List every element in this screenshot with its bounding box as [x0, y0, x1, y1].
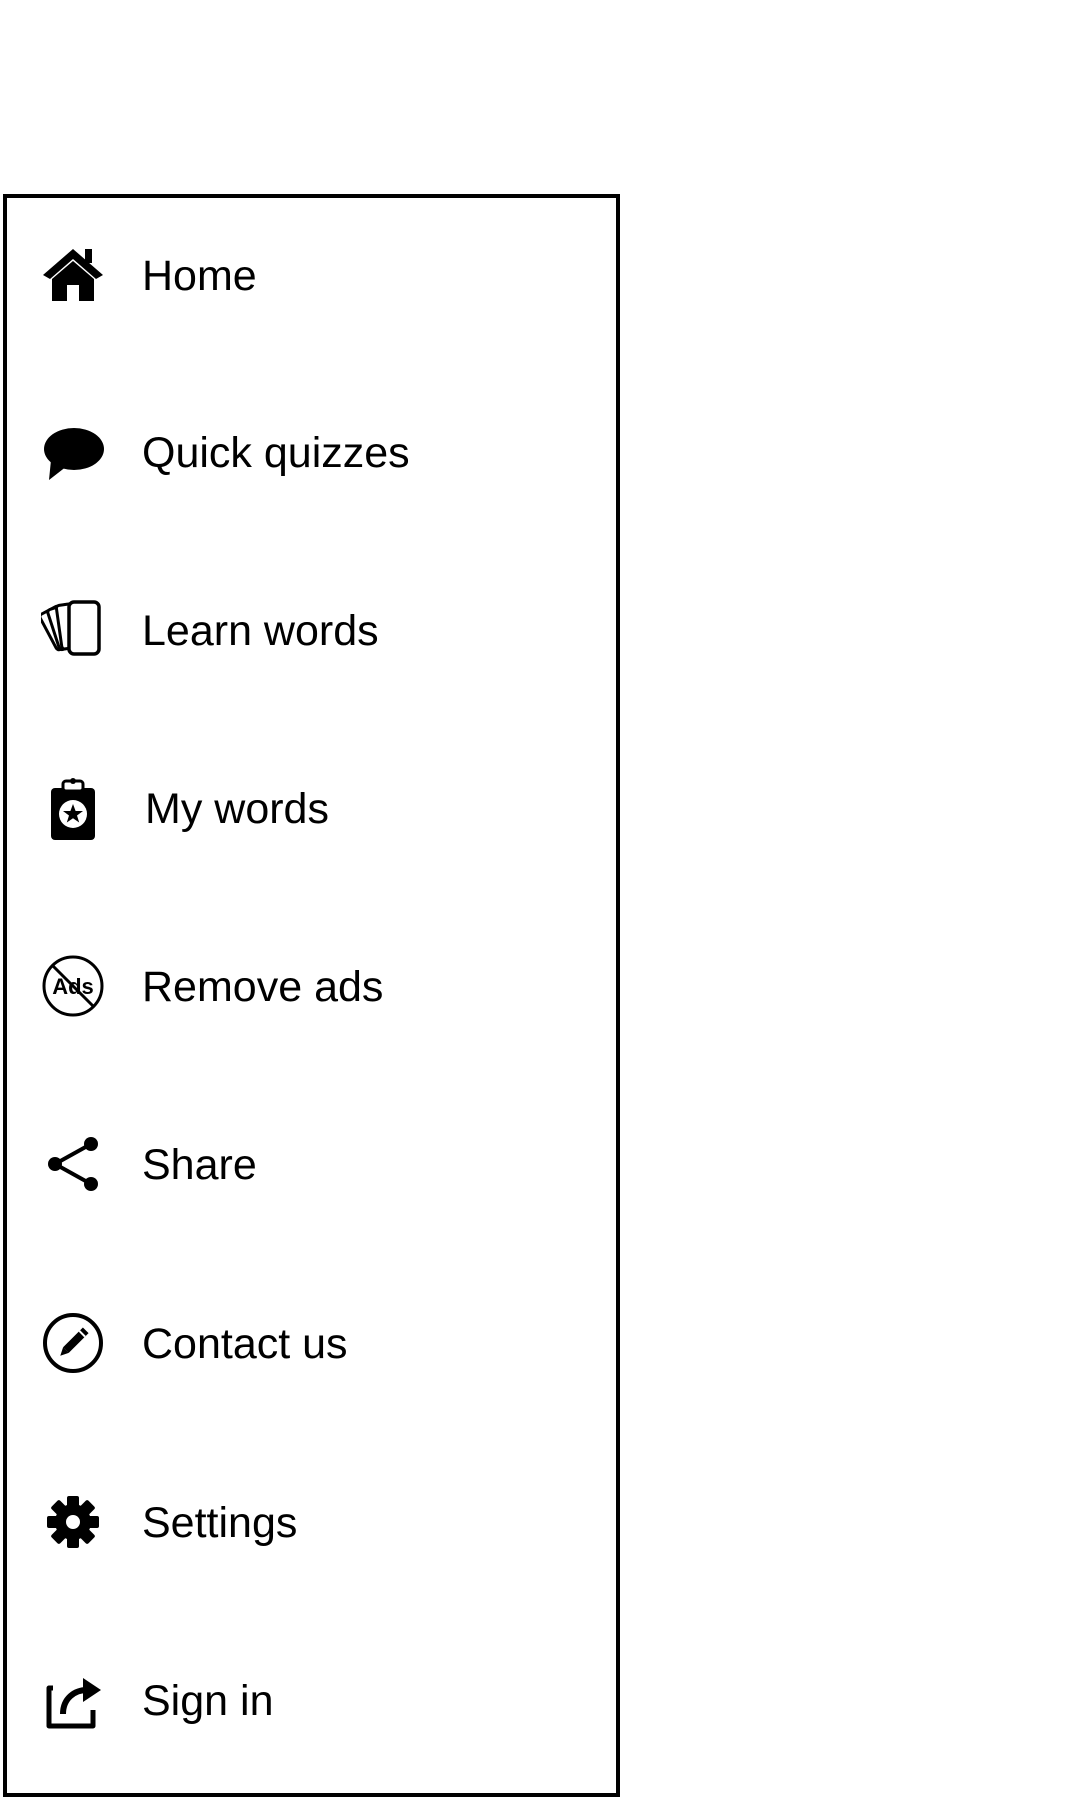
share-icon — [41, 1132, 105, 1196]
menu-item-quick-quizzes[interactable]: Quick quizzes — [7, 390, 616, 510]
menu-item-home[interactable]: Home — [7, 213, 616, 333]
menu-item-label: My words — [145, 785, 329, 833]
menu-item-label: Sign in — [142, 1677, 274, 1725]
menu-item-contact-us[interactable]: Contact us — [7, 1281, 616, 1401]
sign-in-icon — [41, 1668, 105, 1732]
speech-bubble-icon — [41, 420, 105, 484]
menu-item-label: Quick quizzes — [142, 429, 410, 477]
home-icon — [41, 243, 105, 307]
gear-icon — [41, 1490, 105, 1554]
no-ads-icon: Ads — [41, 954, 105, 1018]
navigation-drawer: Home Quick quizzes Learn words My words … — [3, 194, 620, 1797]
menu-item-label: Home — [142, 252, 257, 300]
menu-item-settings[interactable]: Settings — [7, 1460, 616, 1580]
menu-item-label: Remove ads — [142, 963, 384, 1011]
menu-item-remove-ads[interactable]: Ads Remove ads — [7, 924, 616, 1044]
pencil-circle-icon — [41, 1311, 105, 1375]
clipboard-star-icon — [41, 776, 105, 840]
menu-item-label: Contact us — [142, 1320, 348, 1368]
menu-item-label: Share — [142, 1141, 257, 1189]
menu-item-learn-words[interactable]: Learn words — [7, 568, 616, 688]
menu-item-label: Learn words — [142, 607, 379, 655]
cards-icon — [41, 598, 105, 662]
menu-item-my-words[interactable]: My words — [7, 746, 616, 866]
menu-item-label: Settings — [142, 1499, 298, 1547]
menu-item-share[interactable]: Share — [7, 1102, 616, 1222]
menu-item-sign-in[interactable]: Sign in — [7, 1638, 616, 1758]
